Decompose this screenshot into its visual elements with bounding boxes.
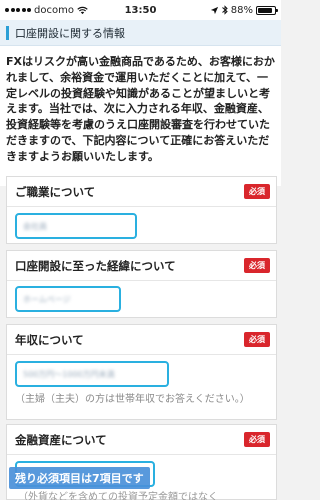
reason-select[interactable]: ホームページ <box>15 286 121 312</box>
occupation-select[interactable]: 会社員 <box>15 213 137 239</box>
income-hint: （主婦（主夫）の方は世帯年収でお答えください。） <box>15 394 250 405</box>
assets-label: 金融資産について <box>15 432 107 447</box>
battery-percent: 88% <box>230 4 253 16</box>
occupation-label: ご職業について <box>15 184 96 199</box>
battery-level <box>258 7 273 13</box>
wifi-icon <box>77 6 88 14</box>
remaining-required-notice[interactable]: 残り必須項目は7項目です <box>9 467 150 489</box>
income-label: 年収について <box>15 332 84 347</box>
reason-label: 口座開設に至った経緯について <box>15 258 176 273</box>
occupation-field: ご職業について 必須 会社員 <box>6 176 277 244</box>
status-right: 88% <box>210 4 278 16</box>
intro-text: FXはリスクが高い金融商品であるため、お客様におかれまして、余裕資金で運用いただ… <box>6 54 278 165</box>
status-left: docomo <box>5 5 88 16</box>
section-title: 口座開設に関する情報 <box>15 26 125 40</box>
income-value: 500万円～1000万円未満 <box>23 369 115 379</box>
required-badge: 必須 <box>244 258 270 273</box>
income-select[interactable]: 500万円～1000万円未満 <box>15 361 169 387</box>
assets-header: 金融資産について 必須 <box>7 425 276 455</box>
carrier-name: docomo <box>34 4 74 16</box>
location-arrow-icon <box>210 6 218 14</box>
reason-header: 口座開設に至った経緯について 必須 <box>7 251 276 281</box>
assets-hint: （外貨などを含めての投資予定金額ではなく <box>18 492 218 500</box>
income-header: 年収について 必須 <box>7 325 276 355</box>
required-badge: 必須 <box>244 184 270 199</box>
occupation-header: ご職業について 必須 <box>7 177 276 207</box>
income-field: 年収について 必須 500万円～1000万円未満 （主婦（主夫）の方は世帯年収で… <box>6 324 277 420</box>
reason-field: 口座開設に至った経緯について 必須 ホームページ <box>6 250 277 318</box>
required-badge: 必須 <box>244 432 270 447</box>
section-accent-bar <box>6 25 9 40</box>
bluetooth-icon <box>221 5 228 15</box>
reason-value: ホームページ <box>23 294 71 304</box>
required-badge: 必須 <box>244 332 270 347</box>
section-header: 口座開設に関する情報 <box>0 20 281 46</box>
battery-icon <box>256 5 278 15</box>
occupation-value: 会社員 <box>23 221 47 231</box>
status-bar: docomo 13:50 88% <box>0 0 281 20</box>
signal-icon <box>5 8 31 12</box>
